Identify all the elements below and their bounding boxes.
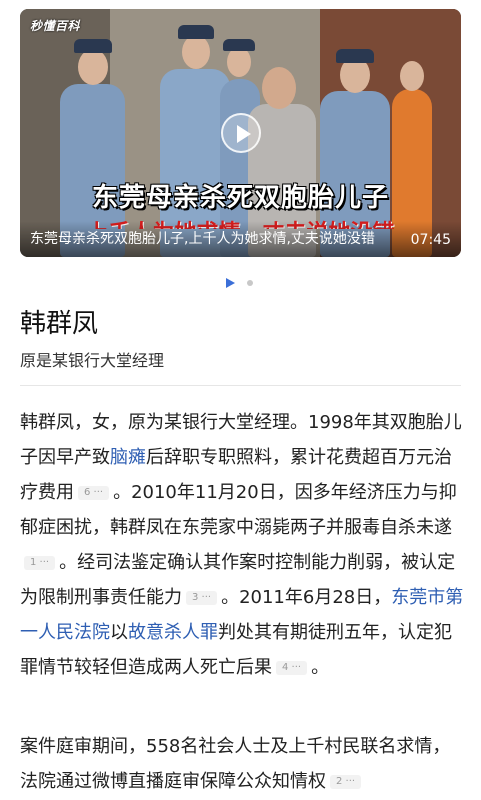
summary-paragraph: 韩群凤，女，原为某银行大堂经理。1998年其双胞胎儿子因早产致脑瘫后辞职专职照料… [20, 405, 465, 685]
link-cerebral-palsy[interactable]: 脑瘫 [110, 447, 146, 468]
reference-badge[interactable]: 3 ··· [186, 591, 218, 605]
para-text: 以 [110, 622, 128, 643]
para-text: 。 [311, 657, 330, 678]
entry-subtitle: 原是某银行大堂经理 [20, 351, 165, 370]
video-logo: 秒懂百科 [30, 19, 81, 33]
entry-title: 韩群凤 [20, 309, 99, 339]
video-card[interactable]: 秒懂百科 东莞母亲杀死双胞胎儿子 上千人为她求情，丈夫说她没错 东莞母亲杀死双胞… [20, 9, 461, 257]
reference-badge[interactable]: 1 ··· [24, 556, 56, 570]
link-crime[interactable]: 故意杀人罪 [128, 622, 218, 643]
video-headline: 东莞母亲杀死双胞胎儿子 [91, 183, 389, 213]
video-duration: 07:45 [410, 232, 451, 248]
reference-badge[interactable]: 2 ··· [330, 775, 362, 789]
para-text: 。2011年6月28日， [221, 587, 392, 608]
carousel-dot[interactable] [247, 280, 253, 286]
divider [20, 385, 461, 386]
reference-badge[interactable]: 6 ··· [78, 486, 110, 500]
reference-badge[interactable]: 4 ··· [276, 661, 308, 675]
play-icon[interactable] [221, 113, 261, 153]
para-text: 案件庭审期间，558名社会人士及上千村民联名求情，法院通过微博直播庭审保障公众知… [20, 736, 451, 792]
trial-paragraph: 案件庭审期间，558名社会人士及上千村民联名求情，法院通过微博直播庭审保障公众知… [20, 729, 465, 799]
carousel-dot-active[interactable] [226, 278, 235, 288]
video-caption: 东莞母亲杀死双胞胎儿子,上千人为她求情,丈夫说她没错 [30, 231, 375, 247]
